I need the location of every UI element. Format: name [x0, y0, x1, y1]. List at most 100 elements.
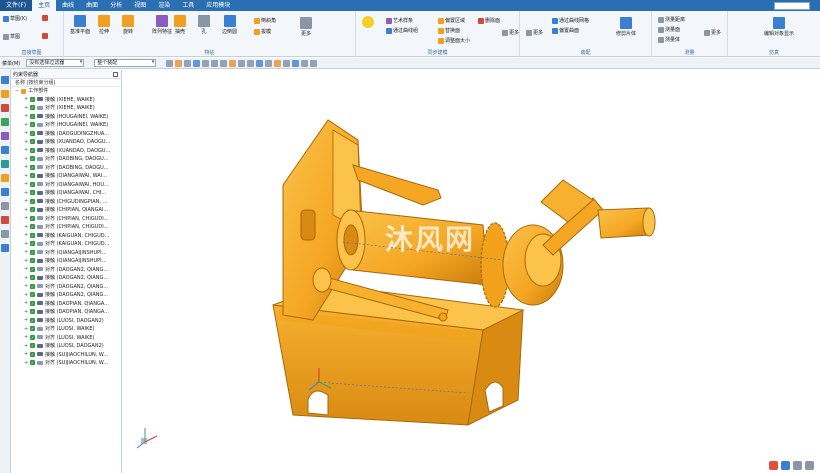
checkbox-icon[interactable]: ✓ — [30, 105, 35, 111]
constraint-row[interactable]: + ✓ 对齐 (CHIPIAN, CHIGUDI... — [11, 214, 121, 223]
tab-view[interactable]: 视图 — [128, 0, 152, 11]
midpoint-icon[interactable] — [247, 59, 255, 67]
checkbox-icon[interactable]: ✓ — [30, 309, 35, 315]
checkbox-icon[interactable]: ✓ — [30, 266, 35, 272]
part-navigator-icon[interactable] — [1, 104, 9, 112]
checkbox-icon[interactable]: ✓ — [30, 215, 35, 221]
trim-sheet-button[interactable]: 修剪片体 — [616, 17, 636, 37]
checkbox-icon[interactable]: ✓ — [30, 326, 35, 332]
constraint-row[interactable]: + ✓ 接触 (CHIGUDINGPIAN, ... — [11, 197, 121, 206]
studio-spline-button[interactable]: 艺术样条 — [386, 17, 413, 24]
checkbox-icon[interactable]: ✓ — [30, 351, 35, 357]
checkbox-icon[interactable]: ✓ — [30, 258, 35, 264]
select-icon[interactable] — [166, 59, 174, 67]
constraint-row[interactable]: + ✓ 接触 (DAOGAN2, QIANG... — [11, 274, 121, 283]
checkbox-icon[interactable]: ✓ — [30, 130, 35, 136]
checkbox-icon[interactable]: ✓ — [30, 275, 35, 281]
settings-icon[interactable] — [805, 461, 814, 470]
datum-plane-button[interactable]: 基准平面 — [70, 15, 90, 35]
color-icon[interactable] — [274, 59, 282, 67]
revolve-button[interactable]: 旋转 — [122, 15, 134, 35]
checkbox-icon[interactable]: ✓ — [30, 300, 35, 306]
constraint-row[interactable]: + ✓ 接触 (QIANGAIJINSHUPI... — [11, 257, 121, 266]
checkbox-icon[interactable]: ✓ — [30, 241, 35, 247]
constraint-row[interactable]: + ✓ 接触 (DAOPIAN, QIANGA... — [11, 308, 121, 317]
tab-curve[interactable]: 曲线 — [56, 0, 80, 11]
constraint-row[interactable]: + ✓ 对齐 (SUIJIAOCHILUN, W... — [11, 359, 121, 368]
constraint-row[interactable]: + ✓ 对齐 (DAOBING, DAOGU... — [11, 163, 121, 172]
extrude-button[interactable]: 拉伸 — [98, 15, 110, 35]
point-icon[interactable] — [211, 59, 219, 67]
constraint-row[interactable]: + ✓ 对齐 (LUOSI, WAIKE) — [11, 333, 121, 342]
reuse-library-icon[interactable] — [1, 118, 9, 126]
constraint-row[interactable]: + ✓ 对齐 (DAOGAN2, QIANG... — [11, 265, 121, 274]
expand-icon[interactable]: + — [24, 351, 28, 357]
measure-face-button[interactable]: 测量面 — [658, 26, 680, 33]
constraint-row[interactable]: + ✓ 对齐 (KAIGUAN, CHIGUD... — [11, 240, 121, 249]
expand-icon[interactable]: + — [24, 96, 28, 102]
expand-icon[interactable]: + — [24, 130, 28, 136]
expand-icon[interactable]: + — [24, 173, 28, 179]
checkbox-icon[interactable]: ✓ — [30, 96, 35, 102]
collapse-icon[interactable]: − — [15, 87, 19, 95]
expand-icon[interactable]: + — [24, 326, 28, 332]
expand-icon[interactable]: + — [24, 156, 28, 162]
assembly-more-button[interactable]: 更多 — [526, 29, 543, 36]
expand-icon[interactable]: + — [24, 334, 28, 340]
constraint-row[interactable]: + ✓ 接触 (QIANGAIWAI, CHI... — [11, 189, 121, 198]
checkbox-icon[interactable]: ✓ — [30, 317, 35, 323]
constraint-row[interactable]: + ✓ 接触 (DAOPIAN, QIANGA... — [11, 299, 121, 308]
system-materials-icon[interactable] — [1, 174, 9, 182]
file-menu[interactable]: 文件(F) — [0, 0, 33, 11]
constraint-row[interactable]: + ✓ 对齐 (DAOBING, DAOGU... — [11, 155, 121, 164]
constraint-row[interactable]: + ✓ 接触 (HOUGAINEI, WAIKE) — [11, 112, 121, 121]
constraint-row[interactable]: + ✓ 对齐 (XIEHE, WAIKE) — [11, 104, 121, 113]
sketch-arc-button[interactable] — [42, 15, 48, 21]
sphere-button[interactable] — [362, 16, 374, 28]
checkbox-icon[interactable]: ✓ — [30, 164, 35, 170]
checkbox-icon[interactable]: ✓ — [30, 292, 35, 298]
checkbox-icon[interactable]: ✓ — [30, 334, 35, 340]
snap-icon[interactable] — [184, 59, 192, 67]
expand-icon[interactable]: + — [24, 249, 28, 255]
work-part-node[interactable]: − 工作部件 — [11, 87, 121, 95]
pattern-feature-button[interactable]: 阵列特征 — [152, 15, 172, 35]
circle-icon[interactable] — [238, 59, 246, 67]
palette-icon[interactable] — [1, 230, 9, 238]
checkbox-icon[interactable]: ✓ — [30, 190, 35, 196]
constraint-row[interactable]: + ✓ 对齐 (QIANGAIJINSHUPI... — [11, 248, 121, 257]
sketch-small-button[interactable]: 草图 — [3, 33, 20, 40]
roles-icon[interactable] — [1, 202, 9, 210]
checkbox-icon[interactable]: ✓ — [30, 224, 35, 230]
expand-icon[interactable]: + — [24, 147, 28, 153]
fit-icon[interactable] — [292, 59, 300, 67]
expand-icon[interactable]: + — [24, 241, 28, 247]
tab-analysis[interactable]: 分析 — [104, 0, 128, 11]
checkbox-icon[interactable]: ✓ — [30, 343, 35, 349]
checkbox-icon[interactable]: ✓ — [30, 113, 35, 119]
expand-icon[interactable]: + — [24, 207, 28, 213]
checkbox-icon[interactable]: ✓ — [30, 147, 35, 153]
line-icon[interactable] — [220, 59, 228, 67]
history-icon[interactable] — [1, 160, 9, 168]
expand-icon[interactable]: + — [24, 343, 28, 349]
rotate-icon[interactable] — [310, 59, 318, 67]
replace-face-button[interactable]: 替换面 — [438, 27, 460, 34]
constraint-row[interactable]: + ✓ 接触 (QIANGAIWAI, WAI... — [11, 172, 121, 181]
shell-button[interactable]: 抽壳 — [174, 15, 186, 35]
selection-filter-select[interactable]: 没有选择过滤器 — [26, 59, 85, 67]
constraint-row[interactable]: + ✓ 接触 (KAIGUAN, CHIGUD... — [11, 231, 121, 240]
expand-icon[interactable]: + — [24, 292, 28, 298]
language-icon[interactable] — [781, 461, 790, 470]
hole-button[interactable]: 孔 — [198, 15, 210, 35]
tab-render[interactable]: 渲染 — [152, 0, 176, 11]
checkbox-icon[interactable]: ✓ — [30, 207, 35, 213]
constraint-row[interactable]: + ✓ 接触 (CHIPIAN, QIANGAI... — [11, 206, 121, 215]
hd3d-icon[interactable] — [1, 132, 9, 140]
draft-button[interactable]: 拔模 — [254, 28, 271, 35]
info-icon[interactable] — [1, 244, 9, 252]
through-curve-mesh-button[interactable]: 通过曲线网格 — [552, 17, 589, 24]
expand-icon[interactable]: + — [24, 181, 28, 187]
sketch-rect-button[interactable] — [42, 33, 48, 39]
selection-scope-select[interactable]: 整个装配 — [94, 59, 157, 67]
